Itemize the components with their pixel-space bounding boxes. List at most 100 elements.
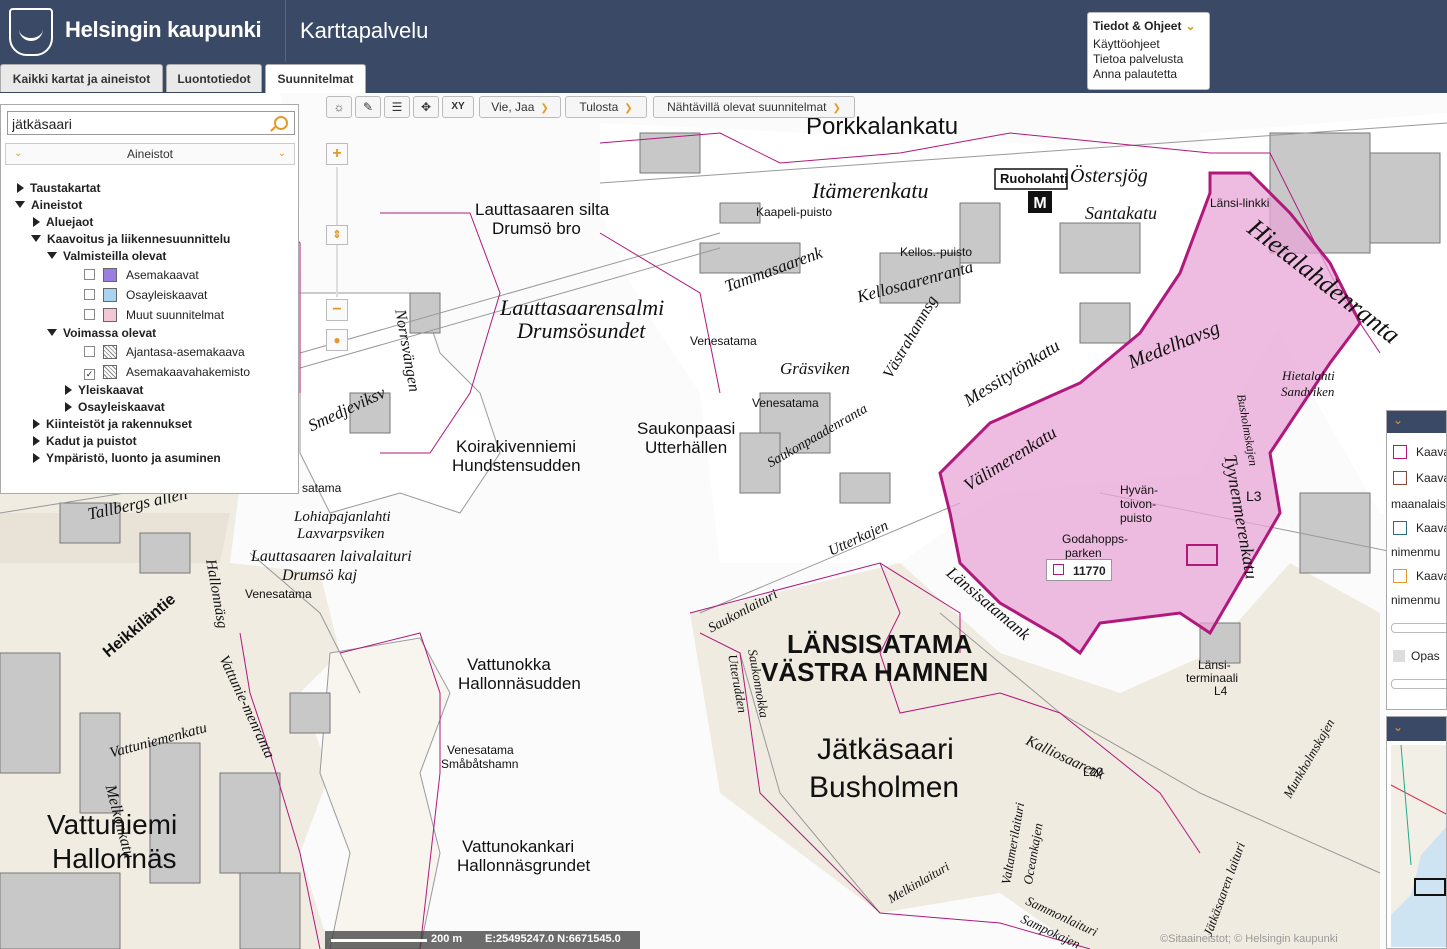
feedback-link[interactable]: Anna palautetta [1093, 67, 1209, 82]
tab-nature[interactable]: Luontotiedot [166, 64, 262, 92]
layer-checkbox[interactable] [84, 289, 95, 300]
layer-label: Muut suunnitelmat [126, 308, 225, 322]
place-label: Venesatama [245, 587, 312, 601]
layer-asemakaavat[interactable]: Asemakaavat [84, 268, 199, 282]
legend-item[interactable]: Kaava [1393, 445, 1446, 459]
tab-all-maps[interactable]: Kaikki kartat ja aineistot [0, 64, 163, 92]
print-button[interactable]: Tulosta ❯ [565, 96, 647, 118]
legend-item[interactable]: Kaava [1393, 521, 1446, 535]
place-label: L3 [1246, 488, 1262, 504]
legend-swatch [1393, 445, 1407, 459]
water-label: Lohiapajanlahti [294, 509, 391, 525]
public-plans-label: Nähtävillä olevat suunnitelmat [667, 100, 827, 114]
tree-item-kaavoitus[interactable]: Kaavoitus ja liikennesuunnittelu [31, 232, 230, 246]
collapse-icon [31, 235, 41, 242]
layer-kehkisto[interactable]: ✓ Asemakaavahakemisto [84, 365, 250, 380]
info-menu-label: Tiedot & Ohjeet [1093, 19, 1182, 33]
public-plans-button[interactable]: Nähtävillä olevat suunnitelmat ❯ [653, 96, 855, 118]
zoom-control: + ⇕ − ● [326, 143, 350, 353]
tree-item-aluejaot[interactable]: Aluejaot [33, 215, 93, 229]
plan-marker-icon [1053, 564, 1064, 575]
tree-label: Voimassa olevat [63, 326, 157, 340]
street-label: Itämerenkatu [812, 178, 929, 203]
tree-item-voimassa[interactable]: Voimassa olevat [47, 326, 156, 340]
tree-item-kadut[interactable]: Kadut ja puistot [33, 434, 137, 448]
tree-label: Aineistot [31, 198, 83, 212]
plan-id-text: 11770 [1073, 564, 1106, 578]
place-label: Hundstensudden [452, 456, 581, 475]
search-icon[interactable] [274, 116, 288, 130]
district-label: Hallonnäs [52, 843, 177, 874]
collapse-icon [15, 201, 25, 208]
sun-icon[interactable]: ☼ [326, 96, 352, 118]
legend-scrollbar[interactable] [1391, 623, 1446, 633]
tree-item-osayleiskaavat[interactable]: Osayleiskaavat [65, 400, 165, 414]
place-label: Venesatama [690, 334, 757, 348]
layer-muut[interactable]: Muut suunnitelmat [84, 308, 224, 322]
place-label: Lauttasaaren silta [475, 200, 610, 219]
guide-link[interactable]: Opas [1393, 649, 1440, 663]
coordinates: E:25495247.0 N:6671545.0 [485, 933, 621, 945]
brand-name[interactable]: Helsingin kaupunki [65, 17, 262, 43]
tree-item-ymparisto[interactable]: Ympäristö, luonto ja asuminen [33, 451, 221, 465]
legend-label: Kaava [1416, 471, 1447, 485]
legend-item[interactable]: Kaava [1393, 471, 1447, 485]
tree-item-aineistot[interactable]: Aineistot [15, 198, 82, 212]
zoom-in-button[interactable]: + [326, 143, 348, 165]
help-link[interactable]: Käyttöohjeet [1093, 37, 1209, 52]
legend-item[interactable]: Kaava [1393, 569, 1447, 583]
expand-icon [33, 217, 40, 227]
search-input[interactable] [10, 114, 264, 134]
place-label: Koirakivenniemi [456, 437, 576, 456]
xy-icon[interactable]: XY [442, 96, 474, 118]
tree-item-yleiskaavat[interactable]: Yleiskaavat [65, 383, 143, 397]
legend-panel-header[interactable]: ⌄ [1387, 411, 1446, 433]
tree-item-taustakartat[interactable]: Taustakartat [17, 181, 100, 195]
zoom-out-button[interactable]: − [326, 299, 348, 321]
overview-map-panel: ⌄ [1386, 716, 1447, 949]
helsinki-crest-icon[interactable] [9, 8, 53, 56]
layers-header[interactable]: ⌄ Aineistot ⌄ [5, 143, 295, 165]
layers-title: Aineistot [126, 147, 174, 161]
place-label: Saukonpaasi [637, 419, 736, 438]
overview-map-header[interactable]: ⌄ [1387, 717, 1446, 741]
place-label: Kaapeli-puisto [756, 205, 833, 219]
layer-osayleiskaavat[interactable]: Osayleiskaavat [84, 288, 207, 302]
ruler-icon[interactable]: ✎ [355, 96, 381, 118]
layer-label: Asemakaavahakemisto [126, 365, 251, 379]
layer-checkbox[interactable] [84, 309, 95, 320]
layer-checkbox[interactable] [84, 269, 95, 280]
overview-map[interactable] [1390, 744, 1446, 947]
chevron-down-icon: ⌄ [1393, 720, 1404, 734]
list-icon[interactable]: ☰ [384, 96, 410, 118]
scale-line [331, 939, 427, 942]
legend-panel: ⌄ Kaava Kaava maanalais Kaava nimenmu Ka… [1386, 410, 1447, 710]
place-label: Hyvän- [1120, 483, 1159, 497]
place-label: Venesatama [447, 743, 514, 757]
tree-item-kiinteistot[interactable]: Kiinteistöt ja rakennukset [33, 417, 192, 431]
layer-checkbox[interactable] [84, 346, 95, 357]
expand-icon [33, 419, 40, 429]
info-menu-title[interactable]: Tiedot & Ohjeet ⌄ [1093, 19, 1209, 33]
locate-icon[interactable]: ● [326, 329, 348, 351]
zoom-slider-handle[interactable]: ⇕ [326, 225, 348, 245]
district-label: VÄSTRA HAMNEN [761, 657, 989, 687]
expand-icon [33, 453, 40, 463]
layer-checkbox-checked[interactable]: ✓ [84, 369, 95, 380]
tree-label: Ympäristö, luonto ja asuminen [46, 451, 221, 465]
guide-label: Opas [1411, 649, 1440, 663]
station-label: Ruoholahti [1000, 171, 1068, 186]
plan-id-label[interactable]: 11770 [1046, 559, 1112, 581]
tree-item-valmisteilla[interactable]: Valmisteilla olevat [47, 249, 166, 263]
legend-label: Kaava [1416, 569, 1447, 583]
place-label: puisto [1120, 511, 1153, 525]
guide-scrollbar[interactable] [1391, 679, 1446, 689]
place-label: Venesatama [752, 396, 819, 410]
place-label: Drumsö kaj [282, 567, 358, 584]
move-icon[interactable]: ✥ [413, 96, 439, 118]
place-label: L4 [1214, 684, 1228, 698]
export-share-button[interactable]: Vie, Jaa ❯ [479, 96, 561, 118]
about-link[interactable]: Tietoa palvelusta [1093, 52, 1209, 67]
layer-ajantasa[interactable]: Ajantasa-asemakaava [84, 345, 245, 359]
tab-plans[interactable]: Suunnitelmat [265, 64, 366, 94]
